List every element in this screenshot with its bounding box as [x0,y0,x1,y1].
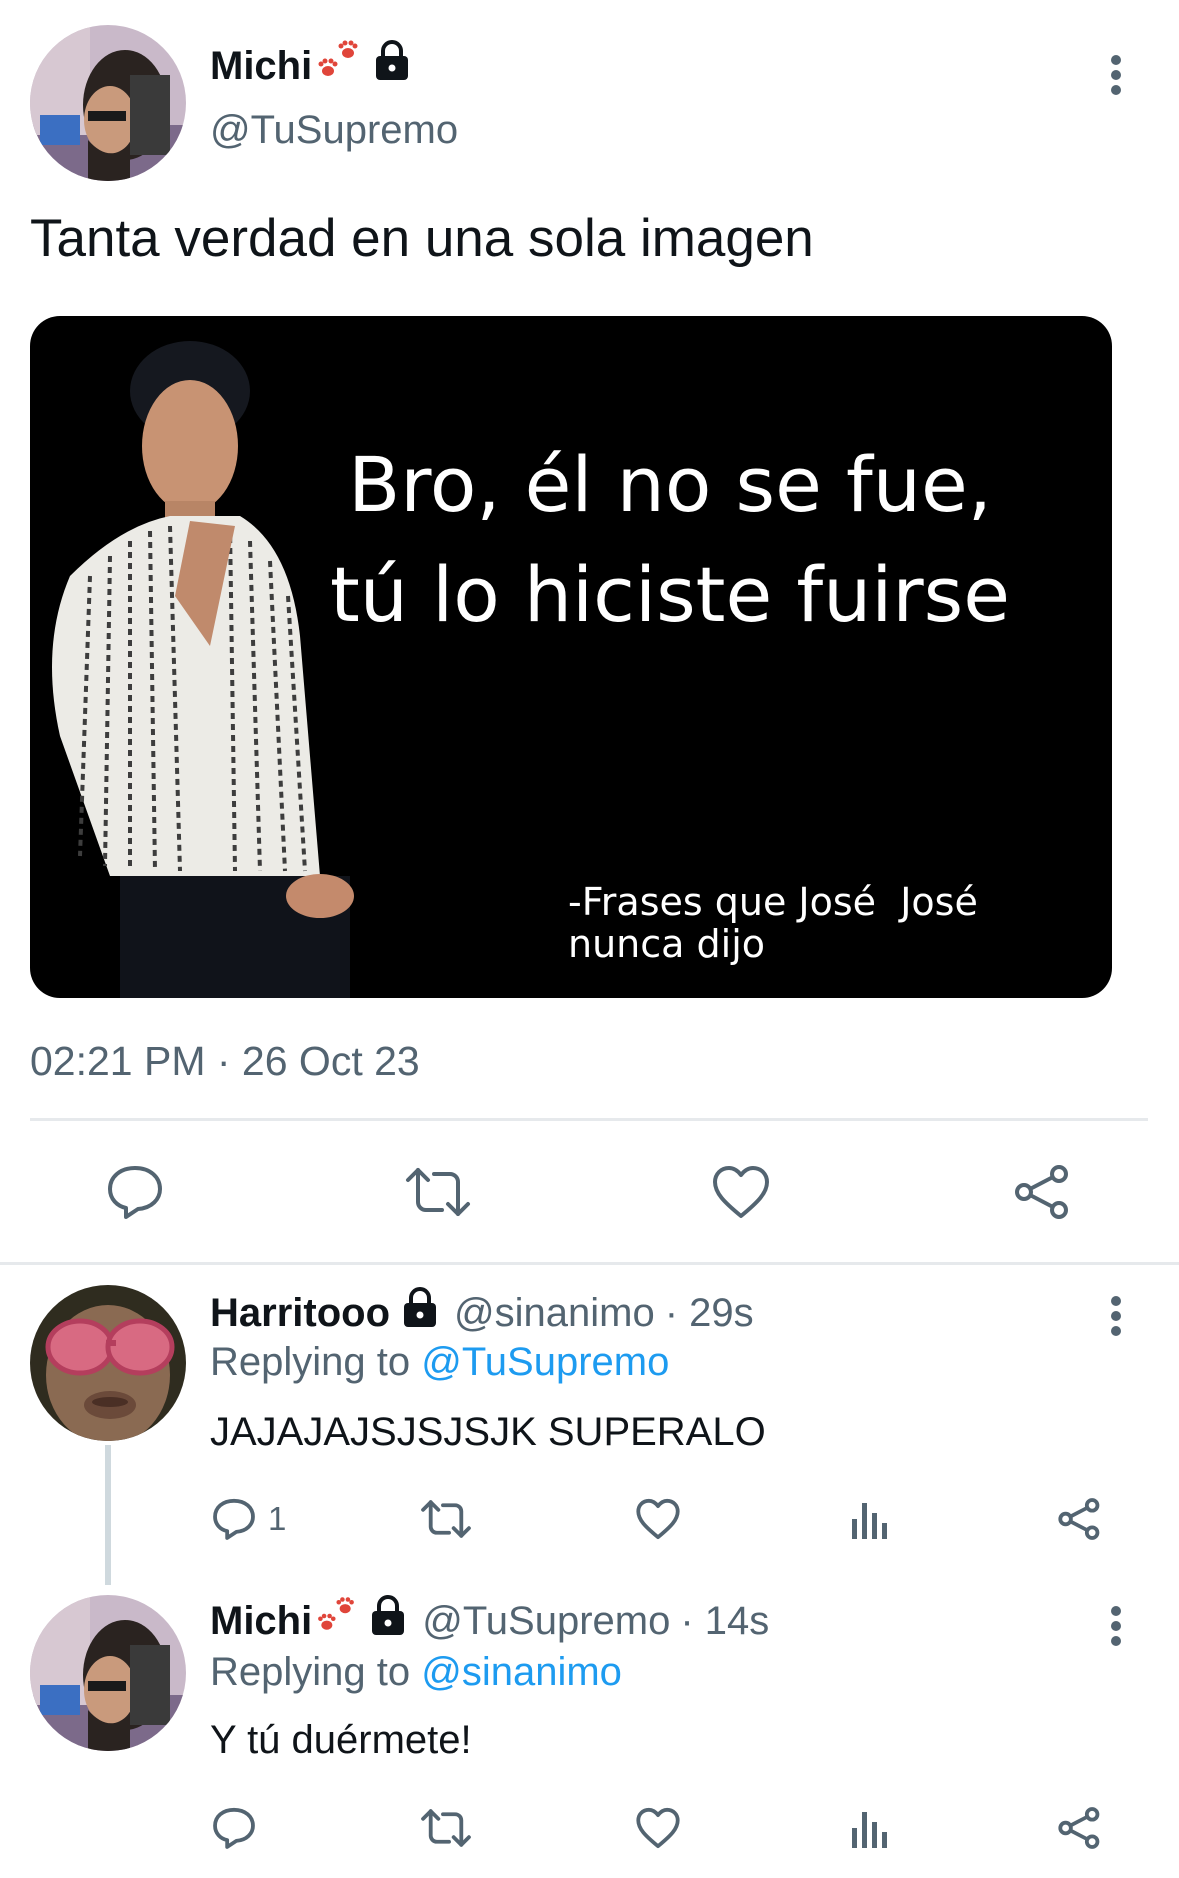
meme-caption-1: -Frases que José José [568,880,978,924]
retweet-icon[interactable] [420,1806,472,1850]
divider [0,1262,1179,1265]
reply-icon[interactable] [106,1164,164,1220]
share-icon[interactable] [1058,1497,1102,1541]
retweet-icon[interactable] [404,1164,472,1220]
avatar[interactable] [30,1595,186,1751]
display-name[interactable]: Michi [210,1599,312,1644]
heart-icon[interactable] [636,1806,680,1850]
retweet-icon[interactable] [420,1497,472,1541]
reply-icon[interactable] [212,1497,256,1541]
reply-text: Y tú duérmete! [210,1718,472,1762]
reply-text: JAJAJAJSJSJSJK SUPERALO [210,1410,766,1454]
meme-caption-2: nunca dijo [568,922,765,966]
analytics-icon[interactable] [850,1497,890,1541]
meme-line-2: tú lo hiciste fuirse [329,550,1011,639]
replying-handle[interactable]: @sinanimo [421,1650,622,1694]
replying-to: Replying to @TuSupremo [210,1340,669,1385]
tweet-image[interactable]: Bro, él no se fue, tú lo hiciste fuirse … [30,316,1112,998]
tweet-text: Tanta verdad en una sola imagen [30,209,814,268]
heart-icon[interactable] [636,1497,680,1541]
reply-icon[interactable] [212,1806,256,1850]
handle[interactable]: @TuSupremo [210,108,458,153]
replying-handle[interactable]: @TuSupremo [421,1340,669,1384]
heart-icon[interactable] [712,1164,770,1220]
lock-icon [368,1595,408,1647]
share-icon[interactable] [1014,1164,1072,1220]
analytics-icon[interactable] [850,1806,890,1850]
man-photo [52,341,354,998]
display-name[interactable]: Harritooo [210,1291,390,1336]
time[interactable]: · 29s [665,1291,754,1336]
avatar[interactable] [30,1285,186,1441]
lock-icon [400,1287,440,1339]
lock-icon [372,40,412,92]
share-icon[interactable] [1058,1806,1102,1850]
reply-count: 1 [268,1500,287,1537]
more-icon[interactable] [1104,1596,1128,1656]
meme-line-1: Bro, él no se fue, [348,440,992,529]
paw-prints-icon [314,37,362,95]
replying-to: Replying to @sinanimo [210,1650,622,1695]
handle[interactable]: @TuSupremo [422,1599,670,1644]
timestamp[interactable]: 02:21 PM · 26 Oct 23 [30,1038,420,1085]
replying-label: Replying to [210,1340,422,1384]
display-name[interactable]: Michi [210,44,312,89]
more-icon[interactable] [1104,45,1128,105]
divider [30,1118,1148,1121]
paw-prints-icon [314,1594,358,1648]
thread-line [105,1445,111,1585]
handle[interactable]: @sinanimo [454,1291,655,1336]
time[interactable]: · 14s [680,1599,769,1644]
avatar[interactable] [30,25,186,181]
more-icon[interactable] [1104,1286,1128,1346]
replying-label: Replying to [210,1650,422,1694]
